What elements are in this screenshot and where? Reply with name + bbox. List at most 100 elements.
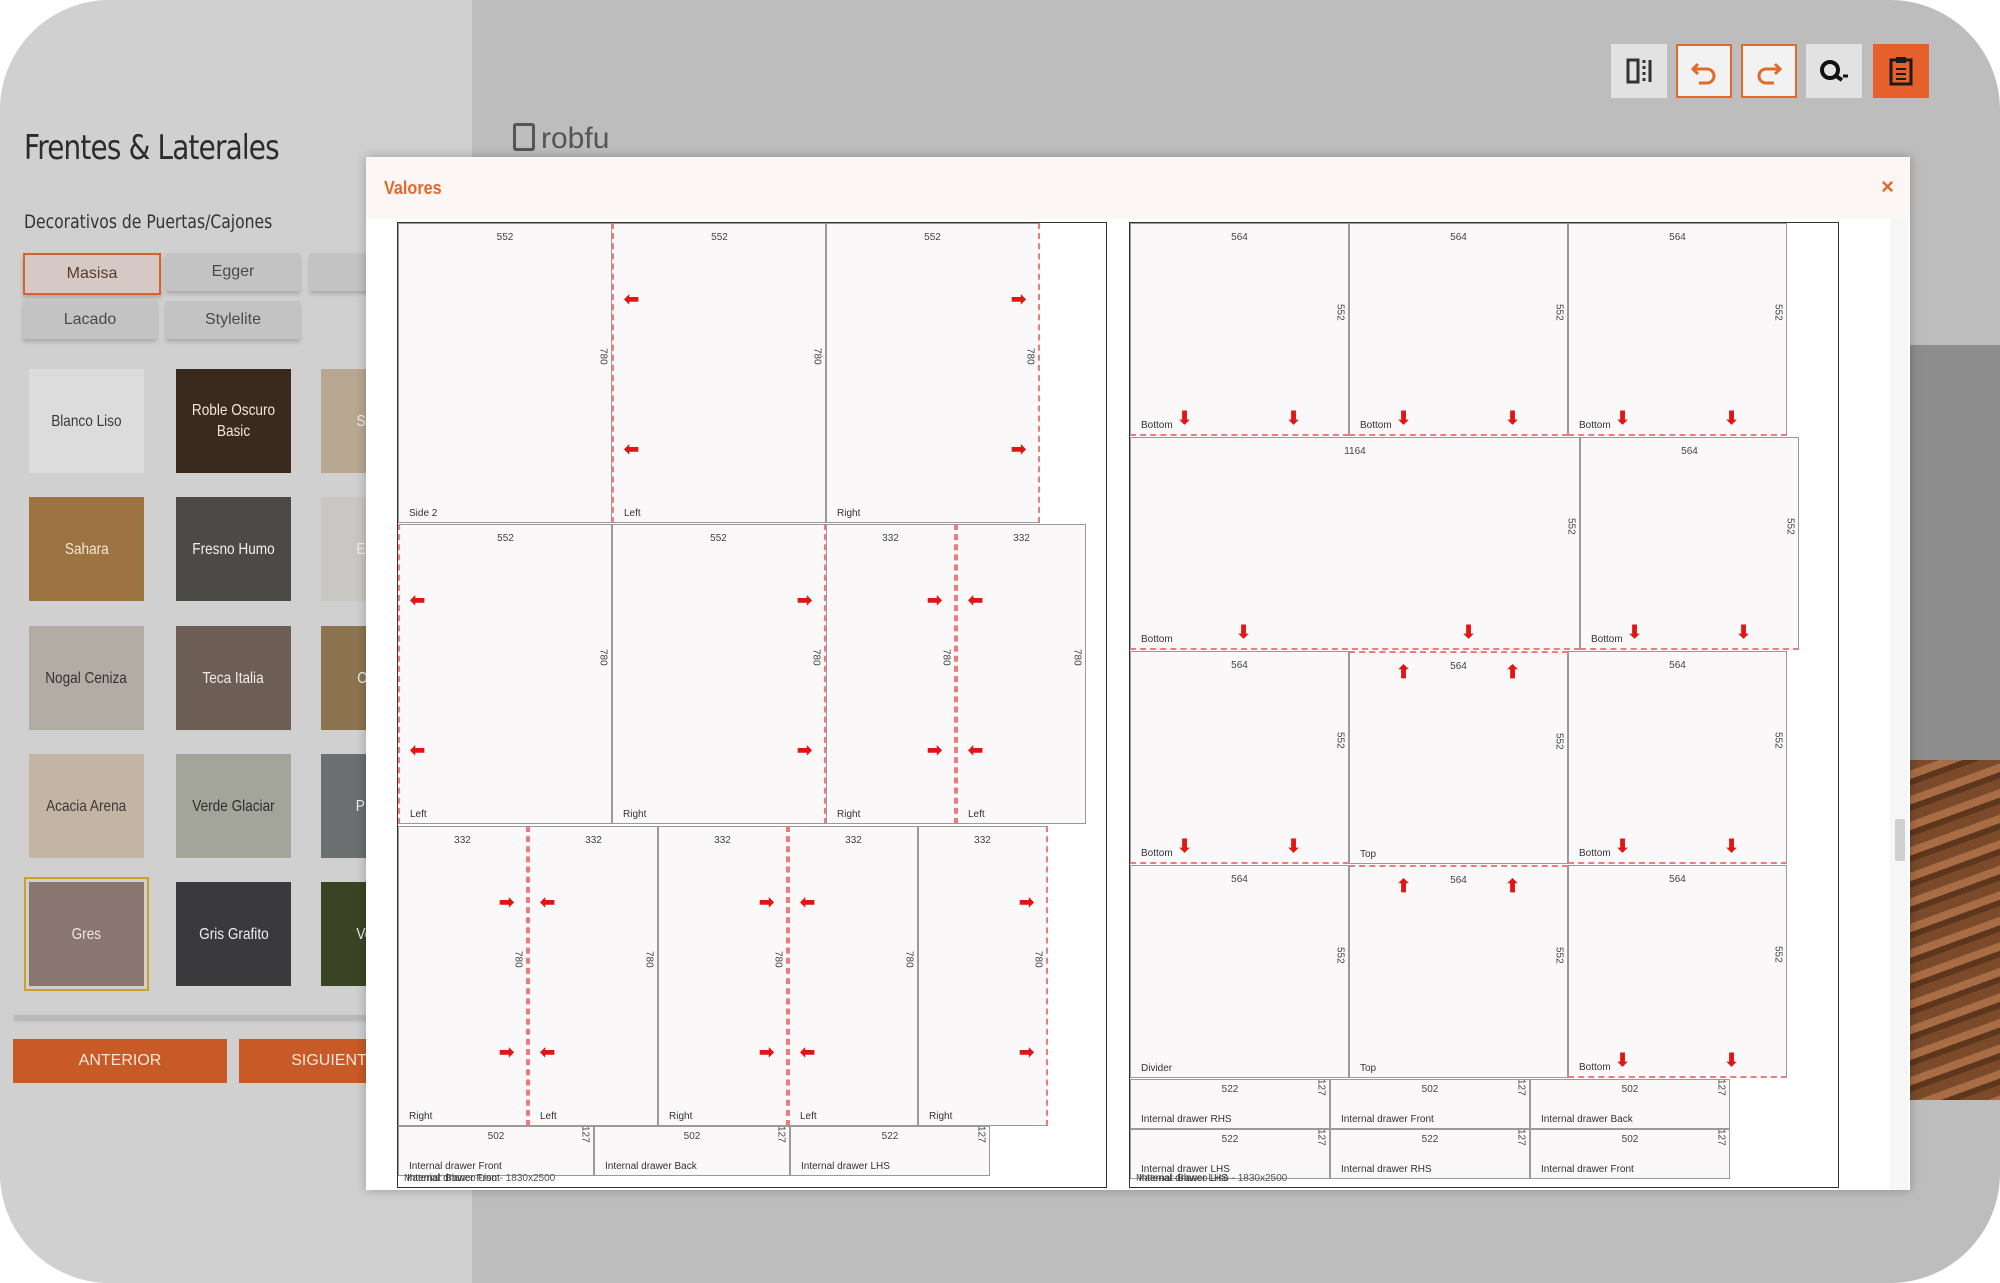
cut-piece: 332 780 Left ⬅ ⬅ <box>788 826 918 1126</box>
piece-name: Left <box>540 1111 557 1122</box>
grain-arrow-icon: ⬆ <box>1505 876 1521 896</box>
swatch-gres[interactable]: Gres <box>24 877 149 991</box>
search-zoom-icon <box>1820 60 1848 82</box>
cut-piece: 502 127 Internal drawer Front <box>398 1126 594 1176</box>
piece-width: 564 <box>1450 232 1467 243</box>
piece-name: Right <box>929 1111 953 1122</box>
piece-height: 552 <box>1773 303 1784 321</box>
panel-title: Frentes & Laterales <box>24 128 280 168</box>
swatch-acacia-arena[interactable]: Acacia Arena <box>29 754 144 858</box>
piece-height: 552 <box>1335 946 1346 964</box>
swatch-label: Acacia Arena <box>46 797 127 815</box>
chip-egger[interactable]: Egger <box>166 253 300 291</box>
grain-arrow-icon: ⬇ <box>1177 836 1193 856</box>
swatch-fresno-humo[interactable]: Fresno Humo <box>176 497 291 601</box>
piece-height: 552 <box>1554 303 1565 321</box>
grain-arrow-icon: ➡ <box>499 1042 515 1062</box>
piece-height: 127 <box>1716 1078 1727 1096</box>
cut-piece: 552 780 Left ⬅ ⬅ <box>612 223 826 523</box>
swatch-roble-oscuro-basic[interactable]: Roble Oscuro Basic <box>176 369 291 473</box>
redo-icon <box>1757 62 1783 85</box>
chip-stylelite[interactable]: Stylelite <box>166 301 300 339</box>
grain-arrow-icon: ➡ <box>1019 1042 1035 1062</box>
undo-button[interactable] <box>1676 44 1732 98</box>
grain-arrow-icon: ➡ <box>499 892 515 912</box>
piece-name: Bottom <box>1141 420 1173 431</box>
piece-width: 1164 <box>1344 446 1366 457</box>
piece-height: 127 <box>1516 1128 1527 1146</box>
piece-width: 564 <box>1450 875 1467 886</box>
piece-width: 522 <box>1221 1084 1239 1095</box>
clipboard-button[interactable] <box>1873 44 1929 98</box>
modal-scrollbar[interactable] <box>1890 219 1908 1190</box>
cut-piece: 564 552 Bottom ⬇ ⬇ <box>1580 437 1799 650</box>
piece-name: Internal drawer Front <box>1341 1114 1434 1125</box>
scrollbar-thumb[interactable] <box>1895 819 1905 861</box>
logo-icon <box>513 123 535 151</box>
piece-name: Bottom <box>1579 420 1611 431</box>
sheet-overlap-label: Internal drawer Front <box>407 1173 500 1184</box>
piece-name: Right <box>669 1111 693 1122</box>
piece-width: 332 <box>845 835 862 846</box>
cut-piece: 1164 552 Bottom ⬇ ⬇ <box>1130 437 1580 650</box>
swatch-label: Blanco Liso <box>51 412 122 430</box>
grain-arrow-icon: ⬇ <box>1177 408 1193 428</box>
piece-width: 502 <box>1621 1134 1639 1145</box>
search-zoom-button[interactable] <box>1806 44 1862 98</box>
swatch-nogal-ceniza[interactable]: Nogal Ceniza <box>29 626 144 730</box>
cut-piece: 564 552 Bottom ⬇ ⬇ <box>1568 865 1787 1078</box>
piece-name: Internal drawer Back <box>605 1161 697 1172</box>
piece-height: 127 <box>1516 1078 1527 1096</box>
split-view-button[interactable] <box>1611 44 1667 98</box>
modal-title: Valores <box>384 178 442 198</box>
cut-piece: 332 780 Left ⬅ ⬅ <box>528 826 658 1126</box>
piece-height: 552 <box>1554 732 1565 750</box>
cut-piece: 522 127 Internal drawer LHS <box>790 1126 990 1176</box>
swatch-sahara[interactable]: Sahara <box>29 497 144 601</box>
swatch-blanco-liso[interactable]: Blanco Liso <box>29 369 144 473</box>
piece-width: 502 <box>487 1131 505 1142</box>
clipboard-icon <box>1889 57 1913 86</box>
close-icon[interactable]: × <box>1881 174 1894 200</box>
piece-height: 780 <box>598 648 609 666</box>
piece-width: 502 <box>1421 1084 1439 1095</box>
piece-name: Internal drawer Front <box>1541 1164 1634 1175</box>
cut-piece: 552 780 Right ➡ ➡ <box>826 223 1040 523</box>
piece-height: 552 <box>1335 303 1346 321</box>
chip-lacado[interactable]: Lacado <box>23 301 157 339</box>
grain-arrow-icon: ⬅ <box>410 590 426 610</box>
piece-width: 564 <box>1681 446 1698 457</box>
cut-piece: 564 552 Divider <box>1130 865 1349 1078</box>
piece-height: 552 <box>1566 517 1577 535</box>
swatch-verde-glaciar[interactable]: Verde Glaciar <box>176 754 291 858</box>
cut-piece: 332 780 Left ⬅ ⬅ <box>956 524 1086 824</box>
grain-arrow-icon: ⬇ <box>1724 1050 1740 1070</box>
piece-width: 502 <box>683 1131 701 1142</box>
grain-arrow-icon: ⬇ <box>1286 836 1302 856</box>
piece-width: 564 <box>1231 232 1248 243</box>
grain-arrow-icon: ➡ <box>797 590 813 610</box>
grain-arrow-icon: ➡ <box>1019 892 1035 912</box>
grain-arrow-icon: ⬅ <box>968 590 984 610</box>
swatch-label: Fresno Humo <box>192 540 275 558</box>
piece-height: 127 <box>976 1125 987 1143</box>
swatch-gris-grafito[interactable]: Gris Grafito <box>176 882 291 986</box>
swatch-teca-italia[interactable]: Teca Italia <box>176 626 291 730</box>
piece-width: 332 <box>454 835 471 846</box>
cut-piece: 564 552 Bottom ⬇ ⬇ <box>1130 651 1349 864</box>
piece-height: 552 <box>1554 946 1565 964</box>
piece-height: 552 <box>1773 731 1784 749</box>
grain-arrow-icon: ⬇ <box>1615 408 1631 428</box>
previous-button[interactable]: ANTERIOR <box>13 1039 227 1083</box>
swatch-label: Teca Italia <box>202 669 265 687</box>
piece-name: Bottom <box>1591 634 1623 645</box>
chip-masisa[interactable]: Masisa <box>23 253 161 295</box>
cut-piece: 552 780 Left ⬅ ⬅ <box>398 524 612 824</box>
piece-width: 564 <box>1231 660 1248 671</box>
piece-height: 127 <box>776 1125 787 1143</box>
redo-button[interactable] <box>1741 44 1797 98</box>
piece-name: Bottom <box>1579 848 1611 859</box>
app-window: Frentes & Laterales Decorativos de Puert… <box>0 0 2000 1283</box>
piece-height: 552 <box>1773 945 1784 963</box>
grain-arrow-icon: ⬇ <box>1615 836 1631 856</box>
